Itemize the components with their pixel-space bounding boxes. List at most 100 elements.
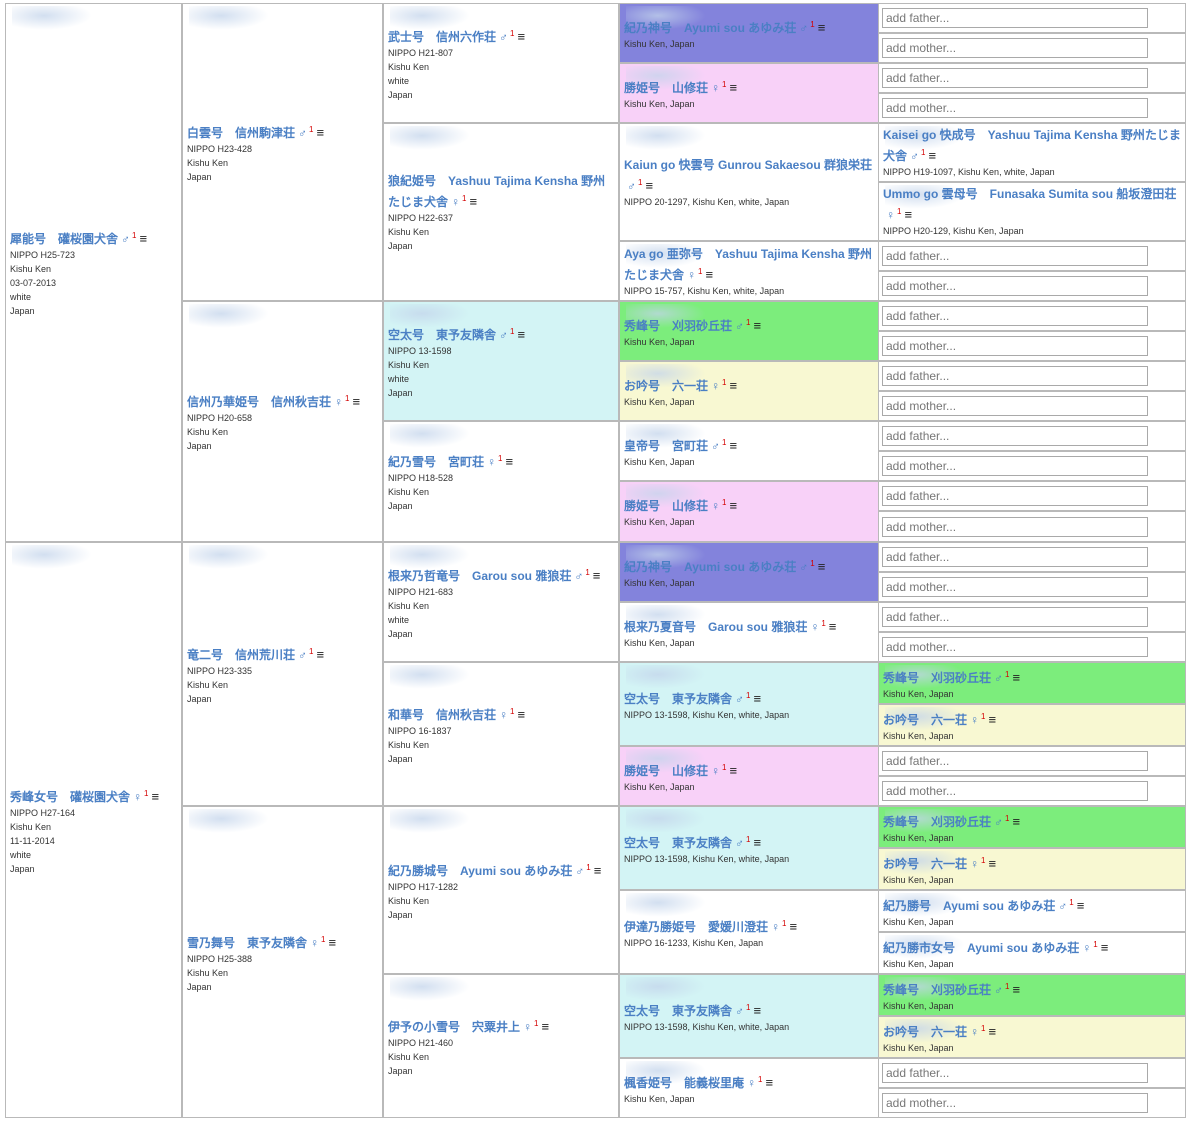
dog-name-link[interactable]: 勝姫号 山修荘 [624,764,708,778]
dog-name-link[interactable]: Aya go 亜弥号 Yashuu Tajima Kensha 野州たじま犬舎 [624,247,872,282]
menu-icon[interactable]: ≡ [352,395,360,408]
add-mother-input[interactable] [882,38,1148,58]
add-father-input[interactable] [882,426,1148,446]
menu-icon[interactable]: ≡ [729,764,737,777]
menu-icon[interactable]: ≡ [753,319,761,332]
dog-name-link[interactable]: 犀能号 礶桜園犬舎 [10,232,118,246]
menu-icon[interactable]: ≡ [151,790,159,803]
dog-name-link[interactable]: 紀乃雪号 宮町荘 [388,455,484,469]
dog-name-link[interactable]: 空太号 東予友隣舎 [388,328,496,342]
dog-name-link[interactable]: お吟号 六一荘 [883,713,967,727]
add-father-input[interactable] [882,607,1148,627]
dog-name-link[interactable]: 皇帝号 宮町荘 [624,439,708,453]
menu-icon[interactable]: ≡ [753,1004,761,1017]
menu-icon[interactable]: ≡ [1101,941,1109,954]
menu-icon[interactable]: ≡ [316,648,324,661]
menu-icon[interactable]: ≡ [753,836,761,849]
menu-icon[interactable]: ≡ [729,439,737,452]
add-mother-input[interactable] [882,1093,1148,1113]
menu-icon[interactable]: ≡ [829,620,837,633]
menu-icon[interactable]: ≡ [988,1025,996,1038]
menu-icon[interactable]: ≡ [818,21,826,34]
menu-icon[interactable]: ≡ [594,864,602,877]
add-father-input[interactable] [882,486,1148,506]
dog-name-link[interactable]: お吟号 六一荘 [883,857,967,871]
menu-icon[interactable]: ≡ [765,1076,773,1089]
dog-name-link[interactable]: 伊予の小雪号 宍粟井上 [388,1020,520,1034]
menu-icon[interactable]: ≡ [1012,671,1020,684]
menu-icon[interactable]: ≡ [928,149,936,162]
add-father-input[interactable] [882,1063,1148,1083]
dog-name-link[interactable]: 紀乃神号 Ayumi sou あゆみ荘 [624,560,796,574]
add-father-input[interactable] [882,366,1148,386]
dog-name-link[interactable]: 根来乃哲竜号 Garou sou 雅狼荘 [388,569,571,583]
dog-name-link[interactable]: 秀峰号 刈羽砂丘荘 [883,671,991,685]
dog-name-link[interactable]: 紀乃勝城号 Ayumi sou あゆみ荘 [388,864,572,878]
dog-name-link[interactable]: お吟号 六一荘 [883,1025,967,1039]
menu-icon[interactable]: ≡ [988,713,996,726]
menu-icon[interactable]: ≡ [789,920,797,933]
menu-icon[interactable]: ≡ [729,81,737,94]
dog-name-link[interactable]: Kaiun go 快雲号 Gunrou Sakaesou 群狼栄荘 [624,158,872,172]
menu-icon[interactable]: ≡ [1077,899,1085,912]
add-father-input[interactable] [882,751,1148,771]
menu-icon[interactable]: ≡ [517,328,525,341]
dog-name-link[interactable]: Ummo go 雲母号 Funasaka Sumita sou 船坂澄田荘 [883,187,1176,201]
dog-name-link[interactable]: お吟号 六一荘 [624,379,708,393]
dog-name-link[interactable]: 空太号 東予友隣舎 [624,836,732,850]
add-mother-input[interactable] [882,577,1148,597]
add-father-input[interactable] [882,547,1148,567]
dog-name-link[interactable]: 空太号 東予友隣舎 [624,1004,732,1018]
menu-icon[interactable]: ≡ [316,126,324,139]
dog-name-link[interactable]: 秀峰号 刈羽砂丘荘 [883,815,991,829]
add-father-input[interactable] [882,8,1148,28]
menu-icon[interactable]: ≡ [1012,983,1020,996]
dog-name-link[interactable]: 秀峰号 刈羽砂丘荘 [624,319,732,333]
dog-name-link[interactable]: 楓香姫号 能義桜里庵 [624,1076,744,1090]
dog-name-link[interactable]: 雪乃舞号 東予友隣舎 [187,936,307,950]
dog-name-link[interactable]: 空太号 東予友隣舎 [624,692,732,706]
menu-icon[interactable]: ≡ [818,560,826,573]
menu-icon[interactable]: ≡ [593,569,601,582]
add-mother-input[interactable] [882,781,1148,801]
add-mother-input[interactable] [882,396,1148,416]
menu-icon[interactable]: ≡ [517,708,525,721]
dog-name-link[interactable]: 秀峰号 刈羽砂丘荘 [883,983,991,997]
dog-name-link[interactable]: 勝姫号 山修荘 [624,499,708,513]
add-mother-input[interactable] [882,336,1148,356]
add-father-input[interactable] [882,246,1148,266]
menu-icon[interactable]: ≡ [517,30,525,43]
dog-name-link[interactable]: 狼紀姫号 Yashuu Tajima Kensha 野州たじま犬舎 [388,174,605,209]
dog-name-link[interactable]: 紀乃勝号 Ayumi sou あゆみ荘 [883,899,1055,913]
menu-icon[interactable]: ≡ [753,692,761,705]
add-mother-input[interactable] [882,516,1148,537]
menu-icon[interactable]: ≡ [328,936,336,949]
menu-icon[interactable]: ≡ [729,499,737,512]
add-mother-input[interactable] [882,98,1148,118]
add-father-input[interactable] [882,306,1148,326]
dog-name-link[interactable]: 白雲号 信州駒津荘 [187,126,295,140]
menu-icon[interactable]: ≡ [988,857,996,870]
dog-name-link[interactable]: 根来乃夏音号 Garou sou 雅狼荘 [624,620,807,634]
dog-name-link[interactable]: 和華号 信州秋吉荘 [388,708,496,722]
dog-name-link[interactable]: 伊達乃勝姫号 愛媛川澄荘 [624,920,768,934]
dog-name-link[interactable]: 竜二号 信州荒川荘 [187,648,295,662]
menu-icon[interactable]: ≡ [705,268,713,281]
add-mother-input[interactable] [882,456,1148,476]
dog-name-link[interactable]: 信州乃華姫号 信州秋吉荘 [187,395,331,409]
menu-icon[interactable]: ≡ [541,1020,549,1033]
menu-icon[interactable]: ≡ [1012,815,1020,828]
menu-icon[interactable]: ≡ [904,208,912,221]
menu-icon[interactable]: ≡ [645,179,653,192]
add-mother-input[interactable] [882,637,1148,657]
dog-name-link[interactable]: 紀乃神号 Ayumi sou あゆみ荘 [624,21,796,35]
dog-name-link[interactable]: 秀峰女号 礶桜園犬舎 [10,790,130,804]
menu-icon[interactable]: ≡ [505,455,513,468]
menu-icon[interactable]: ≡ [469,195,477,208]
menu-icon[interactable]: ≡ [729,379,737,392]
menu-icon[interactable]: ≡ [139,232,147,245]
dog-name-link[interactable]: 武士号 信州六作荘 [388,30,496,44]
dog-name-link[interactable]: 紀乃勝市女号 Ayumi sou あゆみ荘 [883,941,1079,955]
add-father-input[interactable] [882,68,1148,88]
dog-name-link[interactable]: 勝姫号 山修荘 [624,81,708,95]
